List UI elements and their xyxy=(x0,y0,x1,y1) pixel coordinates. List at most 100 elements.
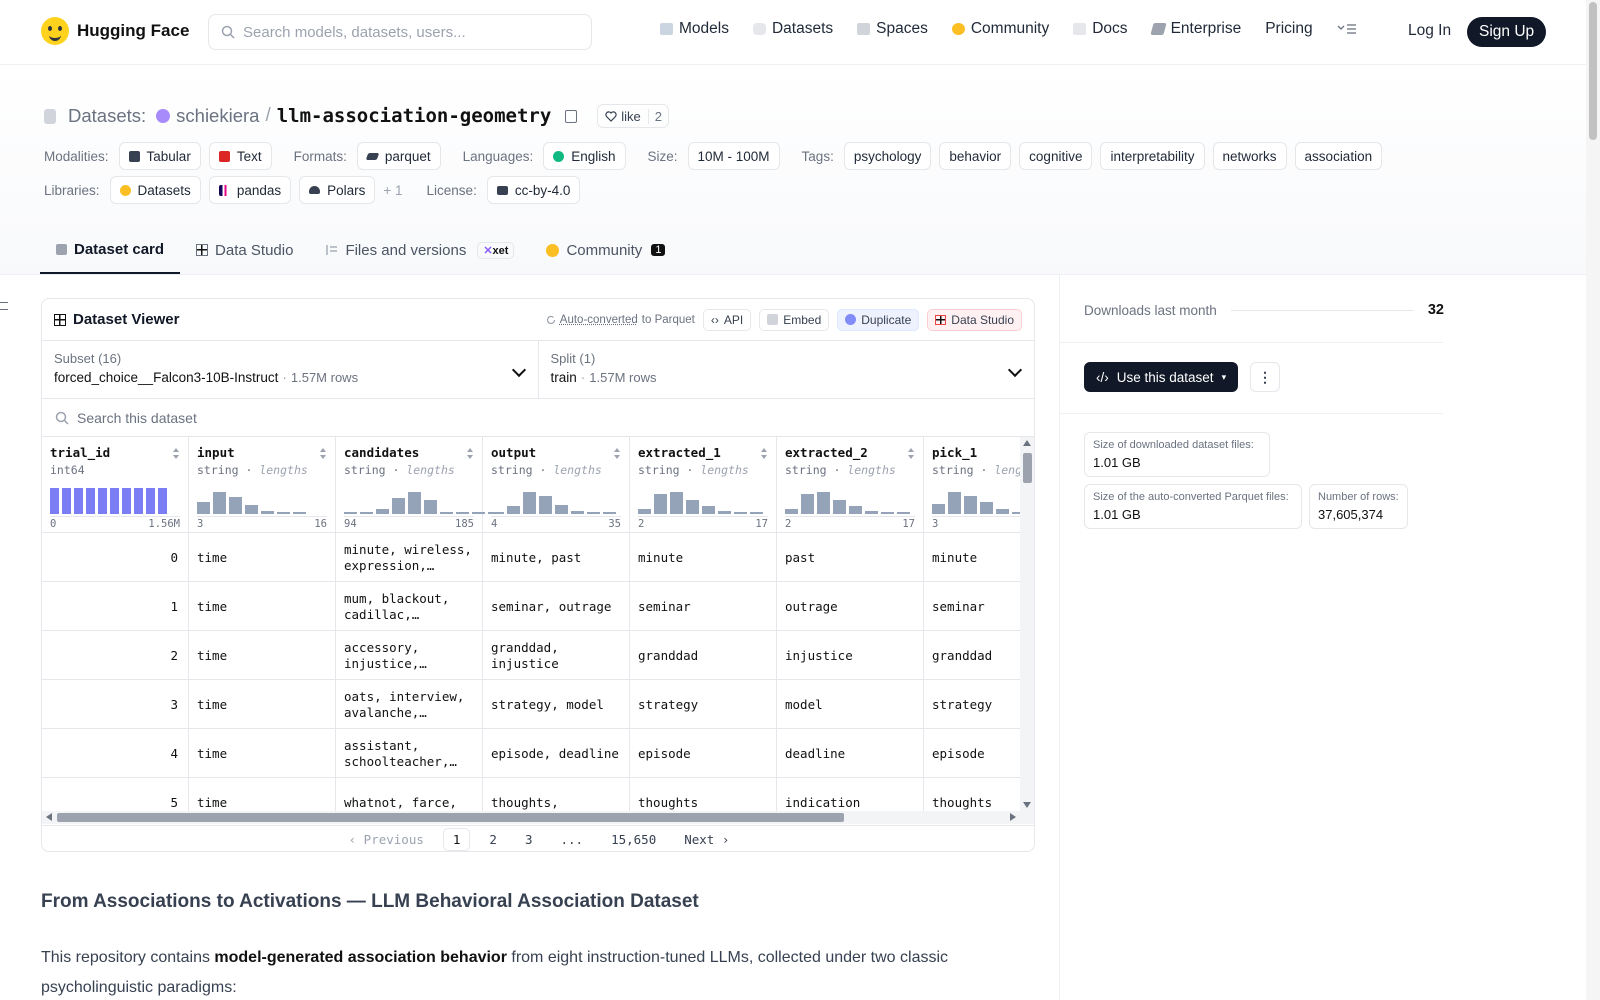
histogram-bar[interactable] xyxy=(948,492,961,514)
table-cell-extracted-1[interactable]: minute xyxy=(630,533,777,582)
histogram-bar[interactable] xyxy=(686,500,699,514)
table-cell-candidates[interactable]: accessory, injustice,… xyxy=(336,631,483,680)
histogram-bar[interactable] xyxy=(932,504,945,514)
table-row[interactable]: 0 time minute, wireless, expression,… minut… xyxy=(42,533,1022,582)
histogram-bar[interactable] xyxy=(277,512,290,514)
dataset-search[interactable] xyxy=(42,399,1034,437)
histogram-bar[interactable] xyxy=(98,488,107,514)
histogram-bar[interactable] xyxy=(523,492,536,514)
api-button[interactable]: ‹› API xyxy=(703,309,751,331)
table-cell-pick-1[interactable]: thoughts xyxy=(924,778,1022,811)
tag-behavior[interactable]: behavior xyxy=(939,142,1011,170)
histogram-bar[interactable] xyxy=(245,505,258,514)
histogram-bar[interactable] xyxy=(670,492,683,514)
global-search[interactable] xyxy=(208,14,592,50)
vertical-scrollbar[interactable] xyxy=(1020,437,1034,811)
table-row[interactable]: 1 time mum, blackout, cadillac,… seminar, o… xyxy=(42,582,1022,631)
table-cell-extracted-1[interactable]: strategy xyxy=(630,680,777,729)
histogram-bar[interactable] xyxy=(146,488,155,514)
sort-icon[interactable] xyxy=(173,448,180,459)
tag-psychology[interactable]: psychology xyxy=(844,142,932,170)
histogram-bar[interactable] xyxy=(996,509,1009,514)
tag-lib-polars[interactable]: Polars xyxy=(299,176,375,204)
table-cell-input[interactable]: time xyxy=(189,778,336,811)
histogram-bar[interactable] xyxy=(122,488,131,514)
column-header-pick-1[interactable]: pick_1string · lengths 3 xyxy=(924,437,1022,533)
histogram-bar[interactable] xyxy=(62,488,71,514)
histogram-bar[interactable] xyxy=(507,506,520,514)
histogram-bar[interactable] xyxy=(74,488,83,514)
tab-data-studio[interactable]: Data Studio xyxy=(180,226,309,274)
histogram-bar[interactable] xyxy=(734,512,747,514)
histogram-bar[interactable] xyxy=(456,512,469,514)
histogram-bar[interactable] xyxy=(408,492,421,514)
pager-next[interactable]: Next › xyxy=(675,829,738,850)
table-cell-output[interactable]: strategy, model xyxy=(483,680,630,729)
histogram-bar[interactable] xyxy=(197,502,210,514)
table-cell-extracted-2[interactable]: injustice xyxy=(777,631,924,680)
split-select[interactable]: Split (1) train · 1.57M rows xyxy=(538,341,1035,398)
horizontal-scrollbar[interactable] xyxy=(42,811,1035,824)
histogram-bar[interactable] xyxy=(833,500,846,514)
page-scrollbar[interactable] xyxy=(1586,0,1600,1000)
subset-select[interactable]: Subset (16) forced_choice__Falcon3-10B-I… xyxy=(42,341,538,398)
nav-pricing[interactable]: Pricing xyxy=(1265,20,1312,38)
histogram-bar[interactable] xyxy=(785,509,798,514)
nav-more[interactable] xyxy=(1337,23,1357,35)
histogram-bar[interactable] xyxy=(491,512,504,514)
embed-button[interactable]: Embed xyxy=(759,309,829,331)
histogram-bar[interactable] xyxy=(750,512,763,514)
histogram-bar[interactable] xyxy=(571,511,584,514)
tag-parquet[interactable]: parquet xyxy=(357,142,441,170)
histogram-bar[interactable] xyxy=(134,488,143,514)
signup-button[interactable]: Sign Up xyxy=(1467,17,1546,47)
histogram-bar[interactable] xyxy=(980,502,993,514)
tag-english[interactable]: English xyxy=(543,142,625,170)
data-studio-button[interactable]: Data Studio xyxy=(927,309,1022,331)
histogram-bar[interactable] xyxy=(360,512,373,514)
pager-page-last[interactable]: 15,650 xyxy=(602,829,665,850)
column-histogram[interactable] xyxy=(785,484,910,514)
pager-page-2[interactable]: 2 xyxy=(480,829,506,850)
libraries-more[interactable]: + 1 xyxy=(383,183,402,198)
histogram-bar[interactable] xyxy=(654,494,667,514)
owner-avatar[interactable] xyxy=(156,109,170,123)
column-header-input[interactable]: input string · lengths 3 16 xyxy=(189,437,336,533)
tag-lib-datasets[interactable]: Datasets xyxy=(110,176,201,204)
nav-community[interactable]: Community xyxy=(952,20,1049,38)
scroll-right-arrow-icon[interactable] xyxy=(1010,813,1016,821)
histogram-bar[interactable] xyxy=(801,494,814,514)
table-row[interactable]: 4 time assistant, schoolteacher,… episode, … xyxy=(42,729,1022,778)
histogram-bar[interactable] xyxy=(638,509,651,514)
nav-datasets[interactable]: Datasets xyxy=(753,20,833,38)
table-cell-extracted-2[interactable]: model xyxy=(777,680,924,729)
table-cell-extracted-1[interactable]: thoughts xyxy=(630,778,777,811)
column-header-output[interactable]: output string · lengths 4 35 xyxy=(483,437,630,533)
scroll-thumb[interactable] xyxy=(1023,453,1032,483)
duplicate-button[interactable]: Duplicate xyxy=(837,309,919,331)
tab-files[interactable]: Files and versions ✕xet xyxy=(309,226,530,274)
histogram-bar[interactable] xyxy=(702,506,715,514)
more-options-button[interactable]: ⋮ xyxy=(1250,362,1280,392)
table-cell-input[interactable]: time xyxy=(189,729,336,778)
column-histogram[interactable] xyxy=(197,484,306,514)
scroll-thumb[interactable] xyxy=(57,813,844,822)
nav-models[interactable]: Models xyxy=(660,20,729,38)
table-cell-input[interactable]: time xyxy=(189,533,336,582)
table-cell-input[interactable]: time xyxy=(189,582,336,631)
histogram-bar[interactable] xyxy=(587,512,600,514)
repo-kind[interactable]: Datasets: xyxy=(68,105,146,127)
tag-size[interactable]: 10M - 100M xyxy=(688,142,780,170)
like-button[interactable]: like 2 xyxy=(597,104,669,128)
tag-lib-pandas[interactable]: pandas xyxy=(209,176,291,204)
table-row[interactable]: 5 time whatnot, farce, thoughts, thoughts ind… xyxy=(42,778,1022,811)
histogram-bar[interactable] xyxy=(539,496,552,514)
column-histogram[interactable] xyxy=(638,484,763,514)
sort-icon[interactable] xyxy=(908,448,915,459)
table-cell-output[interactable]: minute, past xyxy=(483,533,630,582)
histogram-bar[interactable] xyxy=(897,512,910,514)
nav-docs[interactable]: Docs xyxy=(1073,20,1127,38)
table-cell-pick-1[interactable]: seminar xyxy=(924,582,1022,631)
sort-icon[interactable] xyxy=(320,448,327,459)
tag-interpretability[interactable]: interpretability xyxy=(1100,142,1204,170)
